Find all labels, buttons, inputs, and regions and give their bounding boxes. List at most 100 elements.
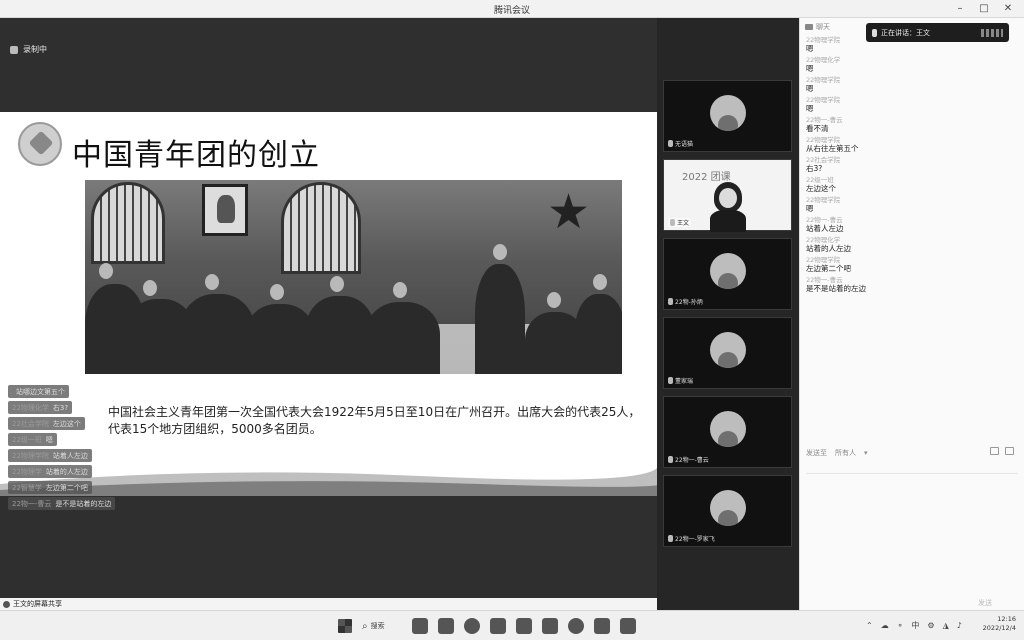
chevron-down-icon: ▾ [864,449,868,457]
cloud-icon[interactable]: ☁ [881,621,889,630]
chat-panel: 聊天 22物理学院嗯 22物理化学嗯 22物理学院嗯 22物理学院嗯 22物一-… [799,18,1024,610]
network-icon[interactable]: ◮ [943,621,949,630]
overlay-chat-line: 22物一-曹云 是不是站着的左边 [8,497,116,510]
overlay-chat-line: 22物理化学 右3? [8,401,73,414]
maximize-button[interactable]: □ [974,2,994,16]
file-explorer-icon[interactable] [438,618,454,634]
chat-message: 22物理学院 从右往左第五个 [806,136,859,153]
participant-tile-active[interactable]: 2022 团课 王文 [663,159,792,232]
overlay-chat-line: 站哪边文第五个 [8,385,69,398]
mic-icon [668,535,673,542]
chat-message: 22级一班 左边这个 [806,176,836,193]
chevron-up-icon[interactable]: ⌃ [866,621,873,630]
mic-icon [872,28,877,37]
star-icon: ★ [547,184,591,240]
screenshot-icon[interactable] [1005,447,1014,455]
title-bar: 腾讯会议 – □ ✕ [0,0,1024,18]
file-icon[interactable] [990,447,999,455]
close-button[interactable]: ✕ [998,2,1018,16]
slide-title: 中国青年团的创立 [72,138,320,173]
settings-icon[interactable]: ⚙ [927,621,934,630]
overlay-chat-line: 22物理学院 站着人左边 [8,449,92,462]
participant-name: 22物一-罗家飞 [675,536,715,543]
chat-input[interactable] [806,473,1018,513]
chat-message: 22物一-曹云 看不清 [806,116,843,133]
chat-message: 22社会学院 右3? [806,156,841,173]
minimize-button[interactable]: – [950,2,970,16]
participant-tile[interactable]: 董家瑞 [663,317,792,389]
volume-icon[interactable]: ♪ [957,621,962,630]
mic-icon [668,377,673,384]
youth-league-logo [18,122,62,166]
powerpoint-icon[interactable] [594,618,610,634]
chat-message: 22物一-曹云 站着人左边 [806,216,844,233]
portrait-frame [202,184,248,236]
historical-photo: ★ [85,180,622,374]
window-title: 腾讯会议 [493,6,530,16]
slide-body-text: 中国社会主义青年团第一次全国代表大会1922年5月5日至10日在广州召开。出席大… [108,405,641,436]
speaking-indicator: 正在讲话：王文 [866,23,1009,42]
mic-tray-icon[interactable]: ⚬ [897,621,904,630]
share-note: 王文的屏幕共享 [3,599,62,609]
recording-badge[interactable]: 录制中 [10,44,47,55]
meeting-app-icon[interactable] [568,618,584,634]
app-icon[interactable] [620,618,636,634]
chat-message: 22物理化学 站着的人左边 [806,236,851,253]
send-target-row: 发送至 所有人 ▾ [806,448,868,458]
avatar [710,253,746,289]
participant-tile[interactable]: 22物一-曹云 [663,396,792,468]
participant-name: 22物一-曹云 [675,457,709,464]
input-method[interactable]: 中 [911,620,919,631]
participant-name: 无语猫 [675,141,694,148]
clock[interactable]: 12:16 2022/12/4 [982,615,1016,633]
chat-header: 聊天 [805,22,830,32]
screen-share-icon [3,600,10,608]
screen: 腾讯会议 – □ ✕ 录制中 中国青年团的创立 ★ 中国社会主义青年团第一次全国… [0,0,1024,640]
mic-icon [668,298,673,305]
avatar [710,411,746,447]
overlay-chat-line: 22物理学 站着的人左边 [8,465,92,478]
system-tray: ⌃ ☁ ⚬ 中 ⚙ ◮ ♪ [866,620,962,631]
overlay-chat-line: 22社会学院 左边这个 [8,417,85,430]
participant-name: 董家瑞 [675,378,694,385]
chat-overlay: 站哪边文第五个 22物理化学 右3? 22社会学院 左边这个 22级一班嗯 22物理… [8,385,178,513]
edge-browser-icon[interactable] [464,618,480,634]
task-view-icon[interactable] [412,618,428,634]
chat-message: 22物理学院嗯 [806,196,841,213]
mic-icon [668,456,673,463]
avatar [710,95,746,131]
participant-name: 王文 [677,220,690,227]
mail-icon[interactable] [542,618,558,634]
avatar [710,490,746,526]
send-button[interactable]: 发送 [978,598,992,608]
chat-tools [990,447,1014,455]
video-background-text: 2022 团课 [682,172,731,183]
chat-message: 22物理化学嗯 [806,56,841,73]
recording-label: 录制中 [23,45,47,54]
start-menu-icon[interactable] [338,619,352,633]
participant-name: 22物-孙炳 [675,299,703,306]
chat-message: 22物理学院 左边第二个吧 [806,256,851,273]
chat-message-list[interactable]: 22物理学院嗯 22物理化学嗯 22物理学院嗯 22物理学院嗯 22物一-曹云看… [806,36,1016,296]
chat-message: 22物一-曹云 是不是站着的左边 [806,276,866,293]
taskbar-search[interactable]: 搜索 [362,621,402,632]
audio-level-icon [981,28,1003,37]
app-icon[interactable] [516,618,532,634]
avatar [710,332,746,368]
chat-icon [805,24,813,30]
participant-tile[interactable]: 22物-孙炳 [663,238,792,310]
store-icon[interactable] [490,618,506,634]
participant-tile[interactable]: 22物一-罗家飞 [663,475,792,547]
mic-icon [670,219,675,226]
chat-message: 22物理学院嗯 [806,76,841,93]
participant-column: 无语猫 2022 团课 王文 22物-孙炳 董家瑞 22物一-曹云 22物一-罗… [657,18,799,610]
overlay-chat-line: 22智慧学 左边第二个吧 [8,481,92,494]
record-icon [10,45,18,54]
share-status-bar [0,598,657,610]
mic-icon [668,140,673,147]
taskbar: 搜索 ⌃ ☁ ⚬ 中 ⚙ ◮ ♪ 12:16 2022/12/4 [0,610,1024,640]
participant-tile[interactable]: 无语猫 [663,80,792,152]
participant-video [710,182,746,232]
send-target-select[interactable]: 所有人 [835,448,856,458]
send-to-label: 发送至 [806,449,827,457]
